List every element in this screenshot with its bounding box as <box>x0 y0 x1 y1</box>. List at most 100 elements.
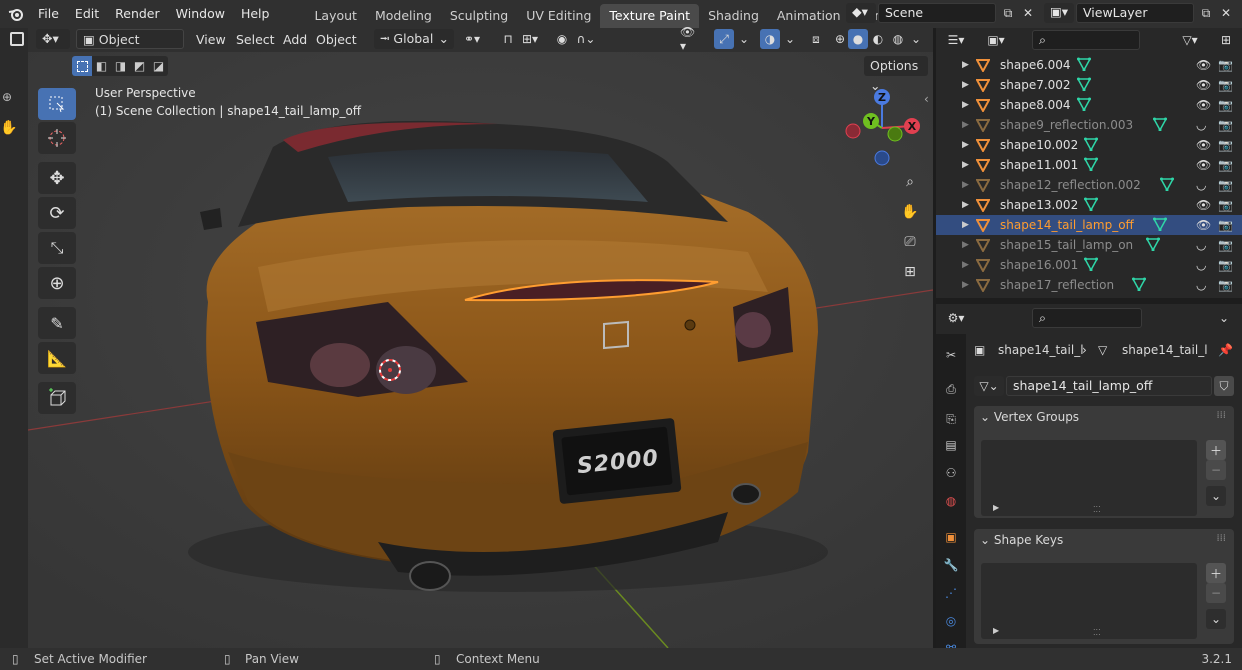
mesh-data-icon[interactable] <box>1076 97 1092 117</box>
blender-logo-icon[interactable] <box>0 6 32 22</box>
falloff-icon[interactable]: ∩⌄ <box>576 29 596 49</box>
3d-viewport[interactable]: S2000 User Perspective (1) Scene Collect… <box>28 52 933 648</box>
object-tab-icon[interactable]: ▣ <box>942 528 960 546</box>
tab-shading[interactable]: Shading <box>699 4 768 28</box>
camera-icon[interactable]: ⎚ <box>900 232 920 252</box>
snap-target-icon[interactable]: ⊞▾ <box>520 29 540 49</box>
expand-arrow-icon[interactable]: ▶ <box>962 235 969 255</box>
expand-left-icon[interactable]: ⊕ <box>2 90 12 104</box>
eye-icon[interactable]: 👁 <box>1196 95 1211 115</box>
select-subtract-icon[interactable]: ◨ <box>111 56 130 76</box>
mesh-data-icon[interactable] <box>1159 177 1175 197</box>
expand-arrow-icon[interactable]: ▶ <box>962 135 969 155</box>
mesh-data-icon[interactable] <box>1083 197 1099 217</box>
menu-object[interactable]: Object <box>316 32 357 47</box>
rendered-shading-icon[interactable]: ◍ <box>888 29 908 49</box>
expand-arrow-icon[interactable]: ▶ <box>962 115 969 135</box>
outliner-search[interactable]: ⌕ <box>1032 30 1140 50</box>
mode-dropdown[interactable]: ▣ Object Mode ⌄ <box>76 29 184 67</box>
menu-help[interactable]: Help <box>235 0 280 28</box>
options-dropdown[interactable]: Options ⌄ <box>864 56 928 93</box>
mesh-data-icon[interactable] <box>1076 57 1092 77</box>
expand-arrow-icon[interactable]: ▶ <box>962 275 969 295</box>
expand-arrow-icon[interactable]: ▶ <box>962 155 969 175</box>
mesh-data-icon[interactable] <box>1076 77 1092 97</box>
mesh-data-icon[interactable] <box>1083 157 1099 177</box>
shape-key-specials-button[interactable]: ⌄ <box>1206 609 1226 629</box>
zoom-icon[interactable]: ⌕ <box>900 172 920 192</box>
breadcrumb-mesh[interactable]: shape14_tail_l <box>1122 340 1208 360</box>
remove-shape-key-button[interactable]: − <box>1206 583 1226 603</box>
vertex-groups-header[interactable]: ⌄ Vertex Groups <box>980 410 1079 424</box>
panel-drag-handle[interactable]: ⁞⁞⁞ <box>1216 410 1226 421</box>
editor-type-icon[interactable] <box>10 32 24 46</box>
outliner-row[interactable]: ▶ shape14_tail_lamp_off 👁 📷 <box>936 215 1242 235</box>
editor-type-dropdown[interactable]: ✥▾ <box>36 29 70 49</box>
rotate-tool[interactable]: ⟳ <box>38 197 76 229</box>
tool-tab-icon[interactable]: ✂ <box>942 346 960 364</box>
pin-icon[interactable]: 📌 <box>1218 340 1233 360</box>
view-layer-icon[interactable]: ▣▾ <box>1044 3 1074 23</box>
outliner-row[interactable]: ▶ shape6.004 👁 📷 <box>936 55 1242 75</box>
close-scene-icon[interactable]: ✕ <box>1018 3 1038 23</box>
camera-render-icon[interactable]: 📷 <box>1218 275 1233 295</box>
close-view-layer-icon[interactable]: ✕ <box>1216 3 1236 23</box>
cursor-tool[interactable] <box>38 122 76 154</box>
gizmo-toggle-icon[interactable]: ⤢ <box>714 29 734 49</box>
fake-user-shield-icon[interactable]: ⛉ <box>1214 376 1234 396</box>
menu-file[interactable]: File <box>32 0 69 28</box>
add-cube-tool[interactable] <box>38 382 76 414</box>
eye-closed-icon[interactable]: ◡ <box>1196 115 1206 135</box>
annotate-tool[interactable]: ✎ <box>38 307 76 339</box>
view-layer-field[interactable]: ViewLayer <box>1076 3 1194 23</box>
properties-options-icon[interactable]: ⌄ <box>1214 308 1234 328</box>
display-mode-icon[interactable]: ▣▾ <box>986 30 1006 50</box>
camera-render-icon[interactable]: 📷 <box>1218 115 1233 135</box>
expand-arrow-icon[interactable]: ▶ <box>962 95 969 115</box>
filter-icon[interactable]: ▽▾ <box>1180 30 1200 50</box>
vertex-group-specials-button[interactable]: ⌄ <box>1206 486 1226 506</box>
modifier-tab-icon[interactable]: 🔧 <box>942 556 960 574</box>
scene-tab-icon[interactable]: ⚇ <box>942 464 960 482</box>
solid-shading-icon[interactable]: ● <box>848 29 868 49</box>
list-resize-handle[interactable]: ⁚⁚⁚ <box>1093 505 1101 514</box>
particles-tab-icon[interactable]: ⋰ <box>942 584 960 602</box>
new-view-layer-icon[interactable]: ⧉ <box>1196 3 1216 23</box>
select-box-tool[interactable] <box>38 88 76 120</box>
grid-ortho-icon[interactable]: ⊞ <box>900 262 920 282</box>
select-extend-icon[interactable]: ◧ <box>92 56 111 76</box>
list-expand-icon[interactable]: ▶ <box>993 503 999 512</box>
expand-arrow-icon[interactable]: ▶ <box>962 215 969 235</box>
scene-field[interactable]: Scene <box>878 3 996 23</box>
outliner-row[interactable]: ▶ shape16.001 ◡ 📷 <box>936 255 1242 275</box>
select-invert-icon[interactable]: ◩ <box>130 56 149 76</box>
camera-render-icon[interactable]: 📷 <box>1218 195 1233 215</box>
breadcrumb-object[interactable]: shape14_tail_l <box>998 340 1084 360</box>
mesh-browse-dropdown[interactable]: ▽⌄ <box>974 376 1004 396</box>
outliner-row[interactable]: ▶ shape12_reflection.002 ◡ 📷 <box>936 175 1242 195</box>
overlay-toggle-icon[interactable]: ◑ <box>760 29 780 49</box>
scene-icon[interactable]: ◆▾ <box>846 3 876 23</box>
menu-add[interactable]: Add <box>283 32 307 47</box>
eye-closed-icon[interactable]: ◡ <box>1196 255 1206 275</box>
shape-keys-header[interactable]: ⌄ Shape Keys <box>980 533 1063 547</box>
outliner-row[interactable]: ▶ shape13.002 👁 📷 <box>936 195 1242 215</box>
list-resize-handle[interactable]: ⁚⁚⁚ <box>1093 628 1101 637</box>
camera-render-icon[interactable]: 📷 <box>1218 235 1233 255</box>
eye-icon[interactable]: 👁 <box>1196 75 1211 95</box>
collapse-sidebar-icon[interactable]: ‹ <box>924 92 929 106</box>
select-new-icon[interactable] <box>72 56 92 76</box>
expand-arrow-icon[interactable]: ▶ <box>962 55 969 75</box>
outliner-row[interactable]: ▶ shape11.001 👁 📷 <box>936 155 1242 175</box>
eye-closed-icon[interactable]: ◡ <box>1196 275 1206 295</box>
camera-render-icon[interactable]: 📷 <box>1218 155 1233 175</box>
eye-closed-icon[interactable]: ◡ <box>1196 235 1206 255</box>
eye-icon[interactable]: 👁 <box>1196 195 1211 215</box>
outliner-row[interactable]: ▶ shape7.002 👁 📷 <box>936 75 1242 95</box>
camera-render-icon[interactable]: 📷 <box>1218 135 1233 155</box>
menu-select[interactable]: Select <box>236 32 275 47</box>
proportional-edit-icon[interactable]: ◉ <box>552 29 572 49</box>
expand-arrow-icon[interactable]: ▶ <box>962 195 969 215</box>
xray-icon[interactable]: ⧈ <box>806 29 826 49</box>
camera-render-icon[interactable]: 📷 <box>1218 55 1233 75</box>
